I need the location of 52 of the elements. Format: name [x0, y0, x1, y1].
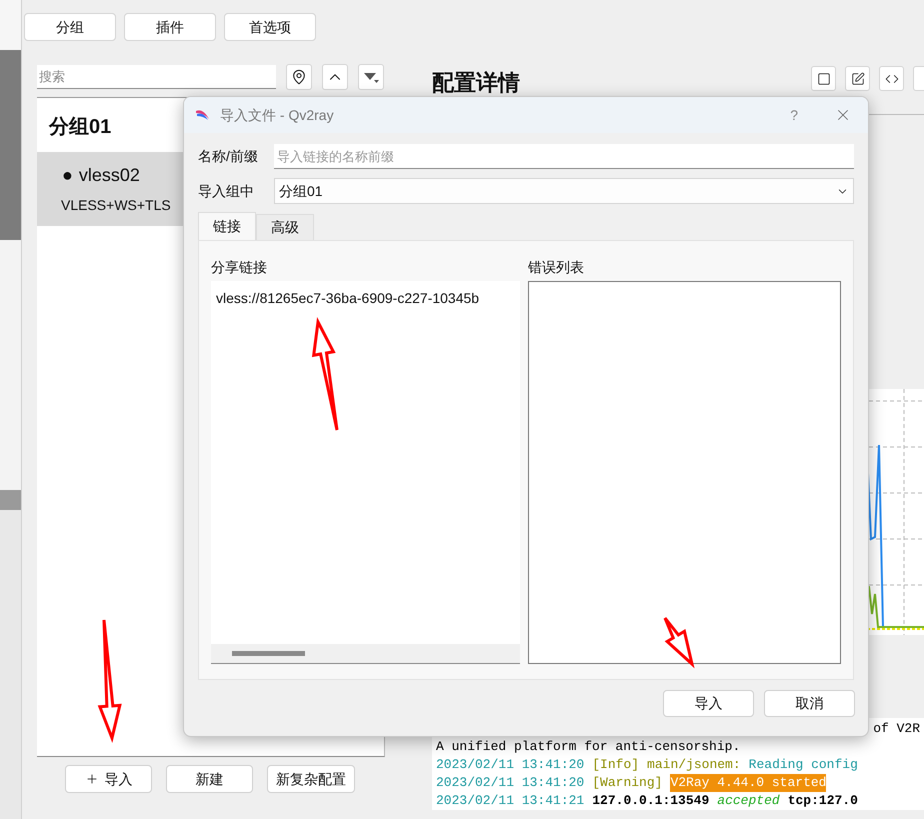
connection-type: VLESS+WS+TLS	[61, 196, 172, 215]
log-text: main/jsonem:	[647, 756, 741, 774]
dialog-title: 导入文件 - Qv2ray	[220, 106, 334, 125]
dropdown-button[interactable]	[358, 64, 384, 90]
log-text: 2023/02/11 13:41:20	[436, 774, 584, 792]
name-prefix-field[interactable]: 导入链接的名称前缀	[274, 144, 854, 169]
dialog-button[interactable]: 导入	[663, 690, 754, 717]
plus-icon	[84, 772, 98, 786]
toolbar-button[interactable]: 分组	[24, 13, 116, 41]
log-text: 2023/02/11 13:41:21	[436, 792, 584, 810]
group-select[interactable]: 分组01	[274, 178, 854, 204]
location-button[interactable]	[286, 64, 312, 90]
log-text: V2Ray 4.44.0 started	[670, 774, 826, 792]
code-button[interactable]	[879, 66, 904, 91]
bullet-mark: ●	[62, 164, 73, 187]
share-link-text-area[interactable]: vless://81265ec7-36ba-6909-c227-10345b	[211, 281, 520, 664]
share-link-label: 分享链接	[211, 258, 268, 277]
details-title: 配置详情	[432, 69, 520, 97]
field-label: 导入组中	[198, 182, 255, 200]
connection-name: vless02	[78, 164, 140, 187]
square-button[interactable]	[811, 66, 836, 91]
share-link-text: vless://81265ec7-36ba-6909-c227-10345b	[216, 290, 480, 306]
square-icon	[816, 72, 830, 86]
action-button[interactable]: 导入	[65, 765, 152, 793]
log-text: of V2R	[873, 720, 920, 738]
field-label: 名称/前缀	[198, 147, 259, 166]
log-text: Reading config	[748, 756, 858, 774]
annotation-arrow	[664, 616, 695, 668]
dialog-tab[interactable]: 链接	[198, 212, 256, 240]
log-text: A unified platform for anti-censorship.	[436, 738, 740, 756]
action-button[interactable]: 新建	[166, 765, 253, 793]
log-text: [Info]	[592, 756, 640, 774]
dialog-button[interactable]: 取消	[764, 690, 855, 717]
log-text: 2023/02/11 13:41:20	[436, 756, 584, 774]
error-list-label: 错误列表	[528, 258, 585, 277]
edit-button[interactable]	[845, 66, 870, 91]
group-title: 分组01	[48, 115, 112, 140]
horizontal-scrollbar[interactable]	[211, 644, 520, 663]
log-text: accepted	[717, 792, 780, 810]
toolbar-button[interactable]: 首选项	[224, 13, 316, 41]
move-up-button[interactable]	[322, 64, 348, 90]
triangle-down-icon	[363, 71, 379, 83]
search-field[interactable]: 搜索	[37, 65, 276, 89]
action-button[interactable]: 新复杂配置	[267, 765, 355, 793]
dialog-tab[interactable]: 高级	[256, 214, 314, 240]
edit-icon	[850, 72, 864, 86]
toolbar-button[interactable]: 插件	[124, 13, 216, 41]
location-pin-icon	[291, 69, 307, 85]
log-text: tcp:127.0	[788, 792, 858, 810]
app-logo-icon	[196, 109, 210, 121]
log-text: 127.0.0.1:13549	[592, 792, 710, 810]
log-text: [Warning]	[592, 774, 662, 792]
